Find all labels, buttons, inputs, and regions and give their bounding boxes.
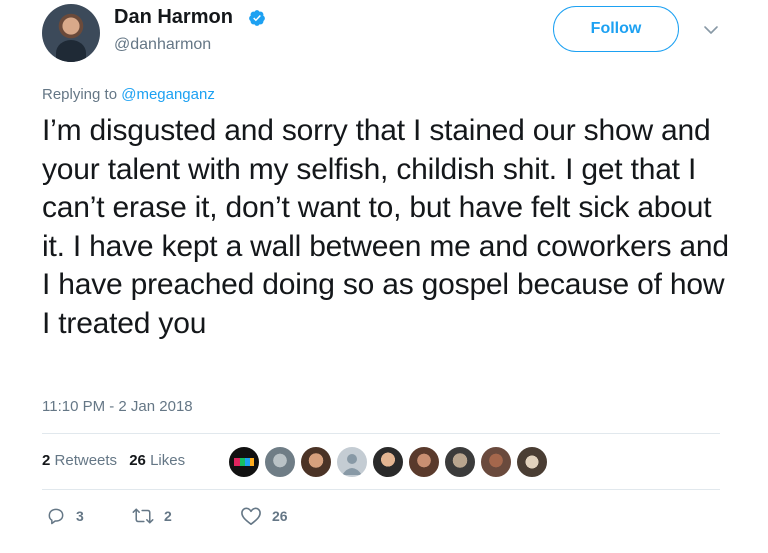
retweet-icon — [132, 508, 154, 524]
likes-label: Likes — [150, 452, 186, 469]
tweet-timestamp[interactable]: 11:10 PM - 2 Jan 2018 — [42, 398, 193, 415]
reply-count: 3 — [76, 508, 84, 524]
retweets-label: Retweets — [54, 452, 118, 469]
retweets-stat[interactable]: 2 Retweets — [42, 452, 117, 469]
retweet-count: 2 — [164, 508, 172, 524]
reply-context: Replying to @meganganz — [42, 86, 215, 103]
avatar[interactable] — [42, 4, 100, 62]
liker-avatar[interactable] — [300, 446, 332, 478]
user-handle[interactable]: @danharmon — [114, 36, 211, 54]
follow-button[interactable]: Follow — [553, 6, 679, 52]
liker-avatar[interactable] — [444, 446, 476, 478]
verified-badge-icon — [249, 10, 265, 26]
like-button[interactable]: 26 — [240, 506, 288, 526]
chevron-down-icon[interactable] — [703, 22, 719, 38]
like-count: 26 — [272, 508, 288, 524]
liker-avatar[interactable] — [336, 446, 368, 478]
divider — [42, 489, 720, 490]
reply-button[interactable]: 3 — [46, 506, 84, 526]
liker-avatars — [228, 446, 552, 478]
liker-avatar[interactable] — [516, 446, 548, 478]
tweet-text: I’m disgusted and sorry that I stained o… — [42, 114, 729, 340]
retweets-count: 2 — [42, 452, 51, 469]
liker-avatar[interactable] — [264, 446, 296, 478]
divider — [42, 433, 720, 434]
retweet-button[interactable]: 2 — [132, 506, 172, 526]
liker-avatar[interactable] — [372, 446, 404, 478]
liker-avatar[interactable] — [228, 446, 260, 478]
reply-context-prefix: Replying to — [42, 86, 122, 103]
heart-icon — [241, 507, 261, 525]
tweet-card: Dan Harmon @danharmon Follow Replying to… — [0, 0, 768, 553]
reply-mention-link[interactable]: @meganganz — [121, 86, 215, 103]
liker-avatar[interactable] — [480, 446, 512, 478]
reply-icon — [48, 508, 64, 525]
liker-avatar[interactable] — [408, 446, 440, 478]
display-name[interactable]: Dan Harmon — [114, 6, 233, 29]
tweet-stats: 2 Retweets 26 Likes — [42, 452, 185, 469]
likes-stat[interactable]: 26 Likes — [129, 452, 185, 469]
likes-count: 26 — [129, 452, 146, 469]
